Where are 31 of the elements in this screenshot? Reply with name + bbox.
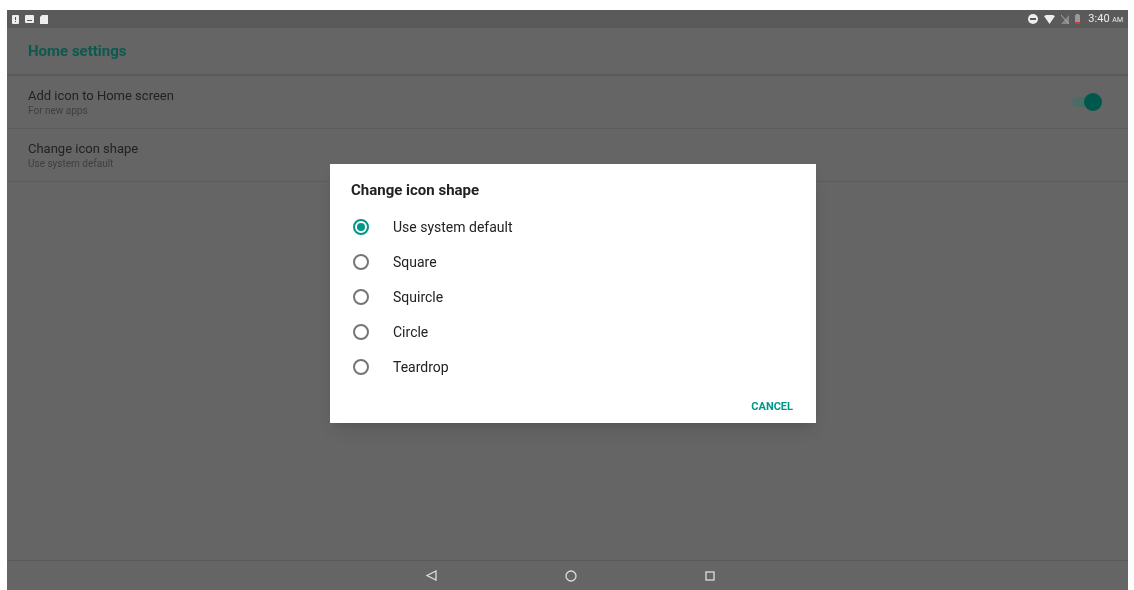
cancel-button[interactable]: CANCEL	[749, 394, 795, 419]
option-label: Teardrop	[393, 357, 449, 377]
alert-icon	[12, 14, 19, 24]
sd-card-icon	[40, 14, 48, 24]
overview-icon[interactable]	[704, 570, 715, 581]
setting-title: Change icon shape	[28, 140, 139, 157]
option-label: Use system default	[393, 217, 513, 237]
radio-button[interactable]	[353, 324, 369, 340]
radio-option[interactable]: Square	[351, 244, 795, 280]
option-label: Square	[393, 252, 437, 272]
radio-option[interactable]: Circle	[351, 314, 795, 350]
no-signal-icon	[1061, 14, 1070, 24]
do-not-disturb-icon	[1028, 14, 1039, 24]
dialog-title: Change icon shape	[351, 180, 481, 201]
battery-icon	[1075, 14, 1081, 24]
option-label: Squircle	[393, 287, 444, 307]
radio-button[interactable]	[353, 289, 369, 305]
radio-button[interactable]	[353, 359, 369, 375]
back-icon[interactable]	[425, 570, 437, 581]
setting-title: Add icon to Home screen	[28, 87, 174, 104]
app-bar-title: Home settings	[28, 40, 127, 62]
radio-option[interactable]: Use system default	[351, 209, 795, 245]
radio-button[interactable]	[353, 254, 369, 270]
radio-option[interactable]: Squircle	[351, 279, 795, 315]
radio-option[interactable]: Teardrop	[351, 349, 795, 385]
option-label: Circle	[393, 322, 429, 342]
image-icon	[25, 15, 34, 23]
toggle-switch[interactable]	[1070, 93, 1102, 111]
home-icon[interactable]	[564, 569, 577, 582]
radio-button[interactable]	[353, 219, 369, 235]
wifi-icon	[1044, 14, 1056, 24]
